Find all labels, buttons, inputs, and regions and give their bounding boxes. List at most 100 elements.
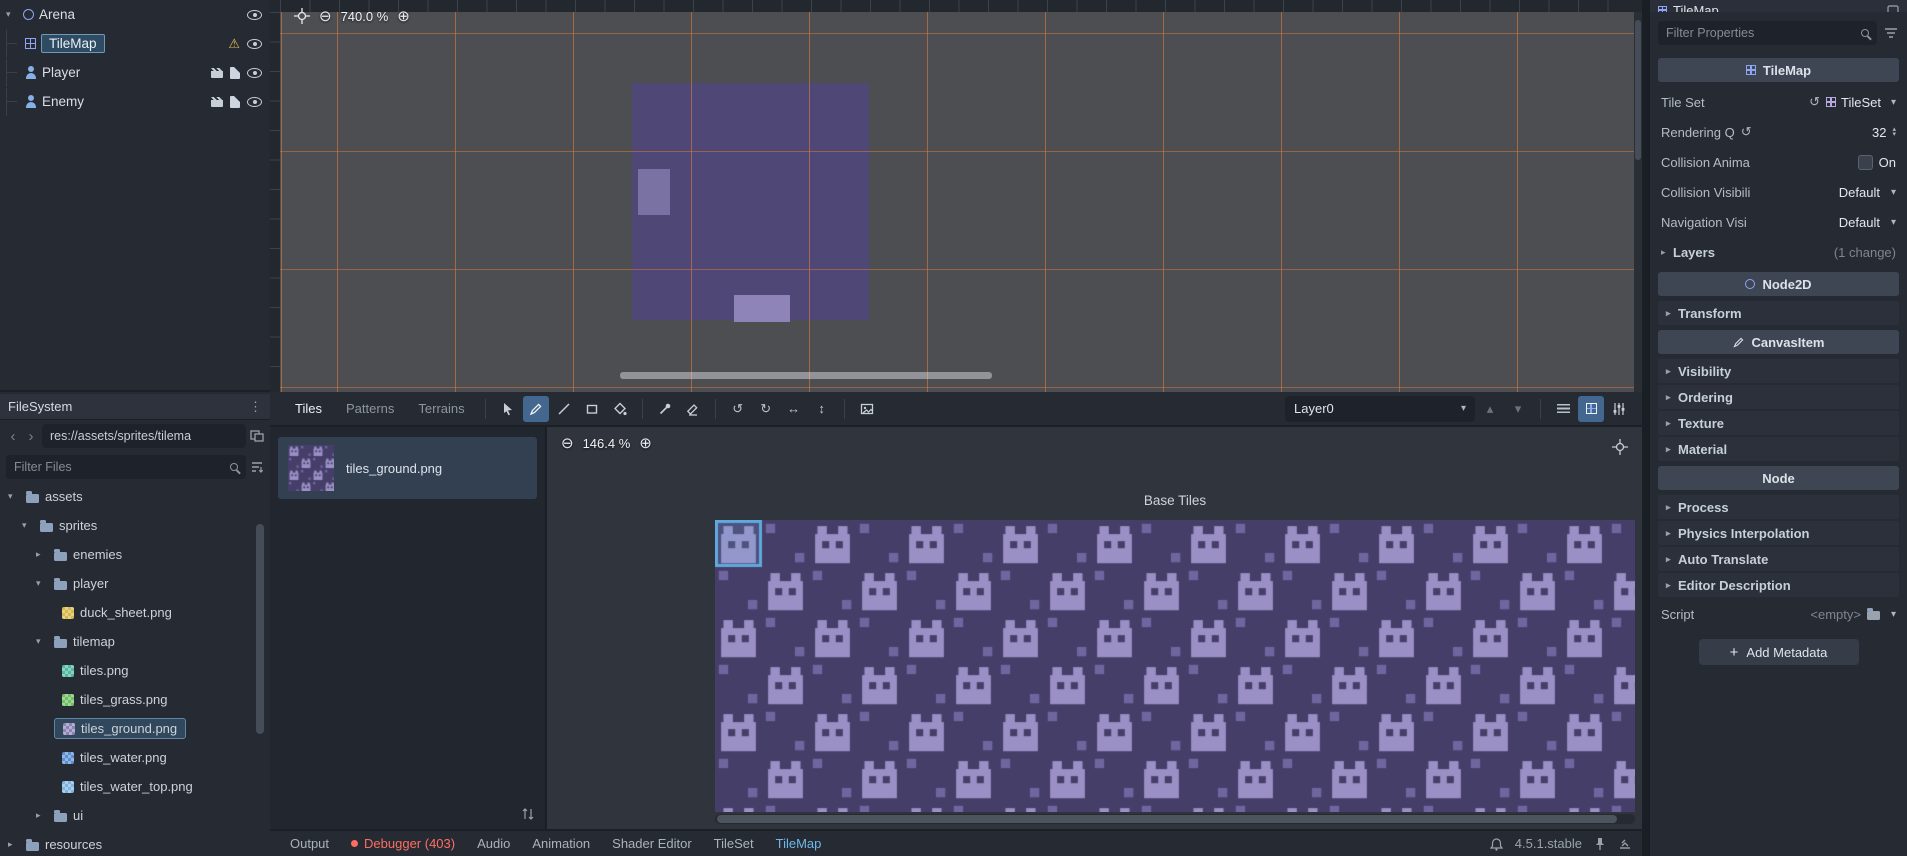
scene-node-player[interactable]: Player <box>0 58 270 87</box>
tile-atlas-canvas[interactable] <box>715 520 1635 812</box>
open-scene-icon[interactable] <box>211 67 223 78</box>
fs-folder-enemies[interactable]: ▸ enemies <box>0 540 270 569</box>
bottom-tab-tilemap[interactable]: TileMap <box>766 831 832 856</box>
viewport-vscroll-thumb[interactable] <box>1635 20 1641 160</box>
scene-node-label[interactable]: Player <box>42 65 80 80</box>
navigation-visibility-dropdown[interactable]: Default ▾ <box>1839 215 1896 230</box>
rendering-quadrant-value[interactable]: 32 <box>1872 125 1886 140</box>
atlas-zoom-level[interactable]: 146.4 % <box>583 436 631 451</box>
atlas-settings-button[interactable] <box>1606 396 1632 422</box>
zoom-in-button[interactable]: ⊕ <box>397 9 410 24</box>
picker-tool-button[interactable] <box>652 396 678 422</box>
scene-node-enemy[interactable]: Enemy <box>0 87 270 116</box>
script-value[interactable]: <empty> <box>1810 607 1861 622</box>
group-transform[interactable]: ▸ Transform <box>1658 301 1899 325</box>
tab-tiles[interactable]: Tiles <box>284 392 333 425</box>
section-header-node2d[interactable]: Node2D <box>1658 272 1899 296</box>
add-metadata-button[interactable]: + Add Metadata <box>1698 639 1859 665</box>
tab-patterns[interactable]: Patterns <box>335 392 405 425</box>
version-label[interactable]: 4.5.1.stable <box>1515 836 1582 851</box>
history-icon[interactable] <box>1887 5 1899 12</box>
scene-node-arena[interactable]: ▾ Arena <box>0 0 270 29</box>
pin-bottom-panel-icon[interactable] <box>1594 837 1606 851</box>
section-header-node[interactable]: Node <box>1658 466 1899 490</box>
fs-file-duck-sheet[interactable]: duck_sheet.png <box>0 598 270 627</box>
center-view-icon[interactable] <box>294 8 310 24</box>
zoom-out-button[interactable]: ⊖ <box>561 436 574 451</box>
revert-property-icon[interactable]: ↺ <box>1809 94 1820 110</box>
tab-terrains[interactable]: Terrains <box>407 392 475 425</box>
fs-folder-sprites[interactable]: ▾ sprites <box>0 511 270 540</box>
number-stepper[interactable]: ▴ ▾ <box>1892 126 1896 138</box>
viewport-vscrollbar[interactable] <box>1634 12 1642 392</box>
scene-node-label[interactable]: Arena <box>39 7 75 22</box>
bottom-tab-audio[interactable]: Audio <box>467 831 520 856</box>
tileset-resource-picker[interactable]: TileSet ▾ <box>1825 95 1896 110</box>
filesystem-scrollbar[interactable] <box>256 524 264 734</box>
viewport-canvas[interactable] <box>280 12 1634 392</box>
canvas-viewport[interactable]: ⊖ 740.0 % ⊕ <box>270 0 1642 392</box>
grid-view-button[interactable] <box>1578 395 1604 422</box>
warning-icon[interactable]: ⚠ <box>228 36 240 52</box>
fs-file-tiles[interactable]: tiles.png <box>0 656 270 685</box>
section-header-canvasitem[interactable]: CanvasItem <box>1658 330 1899 354</box>
expand-bottom-panel-icon[interactable] <box>1618 838 1632 850</box>
script-icon[interactable] <box>230 95 240 108</box>
filter-properties-box[interactable] <box>1658 21 1877 45</box>
visibility-eye-icon[interactable] <box>247 9 262 20</box>
filter-files-box[interactable] <box>6 455 246 479</box>
fs-folder-resources[interactable]: ▸ resources <box>0 830 270 856</box>
atlas-hscrollbar[interactable] <box>715 814 1635 824</box>
fs-file-tiles-water-top[interactable]: tiles_water_top.png <box>0 772 270 801</box>
zoom-in-button[interactable]: ⊕ <box>639 436 652 451</box>
fs-file-tiles-ground-selected[interactable]: tiles_ground.png <box>0 714 270 743</box>
zoom-out-button[interactable]: ⊖ <box>319 9 332 24</box>
revert-property-icon[interactable]: ↺ <box>1741 124 1752 140</box>
collision-visibility-dropdown[interactable]: Default ▾ <box>1839 185 1896 200</box>
script-menu-chevron-icon[interactable]: ▾ <box>1891 609 1896 620</box>
load-script-folder-icon[interactable] <box>1866 608 1880 620</box>
bottom-tab-debugger[interactable]: Debugger (403) <box>341 831 465 856</box>
center-view-icon[interactable] <box>1612 439 1628 455</box>
group-material[interactable]: ▸ Material <box>1658 437 1899 461</box>
bottom-tab-output[interactable]: Output <box>280 831 339 856</box>
panel-menu-icon[interactable]: ⋮ <box>249 399 262 415</box>
flip-horizontal-button[interactable]: ↔ <box>781 396 807 422</box>
open-scene-icon[interactable] <box>211 96 223 107</box>
collision-animatable-checkbox[interactable] <box>1857 154 1873 170</box>
visibility-eye-icon[interactable] <box>247 38 262 49</box>
script-icon[interactable] <box>230 66 240 79</box>
sort-files-icon[interactable] <box>250 461 264 473</box>
notifications-bell-icon[interactable] <box>1489 837 1503 851</box>
selection-tool-button[interactable] <box>495 396 521 422</box>
property-tools-icon[interactable] <box>1883 26 1899 40</box>
tile-source-item-selected[interactable]: tiles_ground.png <box>278 437 537 499</box>
filter-properties-input[interactable] <box>1666 26 1861 40</box>
layer-select[interactable]: Layer0 ▾ <box>1285 395 1475 422</box>
visibility-eye-icon[interactable] <box>247 96 262 107</box>
current-path[interactable]: res://assets/sprites/tilema <box>42 424 246 448</box>
bucket-tool-button[interactable] <box>607 396 633 422</box>
rotate-right-button[interactable]: ↻ <box>753 396 779 422</box>
filter-files-input[interactable] <box>14 460 230 474</box>
list-view-button[interactable] <box>1550 396 1576 422</box>
rotate-left-button[interactable]: ↺ <box>725 396 751 422</box>
property-layers[interactable]: ▸ Layers (1 change) <box>1658 237 1899 267</box>
group-physics-interpolation[interactable]: ▸ Physics Interpolation <box>1658 521 1899 545</box>
zoom-level[interactable]: 740.0 % <box>341 9 389 24</box>
visibility-eye-icon[interactable] <box>247 67 262 78</box>
eraser-tool-button[interactable] <box>680 396 706 422</box>
rect-tool-button[interactable] <box>579 396 605 422</box>
fs-folder-player[interactable]: ▾ player <box>0 569 270 598</box>
fs-folder-tilemap[interactable]: ▾ tilemap <box>0 627 270 656</box>
flip-vertical-button[interactable]: ↕ <box>809 396 835 422</box>
group-ordering[interactable]: ▸ Ordering <box>1658 385 1899 409</box>
scene-node-label[interactable]: Enemy <box>42 94 84 109</box>
group-auto-translate[interactable]: ▸ Auto Translate <box>1658 547 1899 571</box>
group-editor-description[interactable]: ▸ Editor Description <box>1658 573 1899 597</box>
scene-node-tilemap[interactable]: TileMap ⚠ <box>0 29 270 58</box>
sort-sources-icon[interactable] <box>521 807 535 821</box>
group-visibility[interactable]: ▸ Visibility <box>1658 359 1899 383</box>
atlas-hscroll-thumb[interactable] <box>717 815 1617 823</box>
bottom-tab-shader-editor[interactable]: Shader Editor <box>602 831 702 856</box>
